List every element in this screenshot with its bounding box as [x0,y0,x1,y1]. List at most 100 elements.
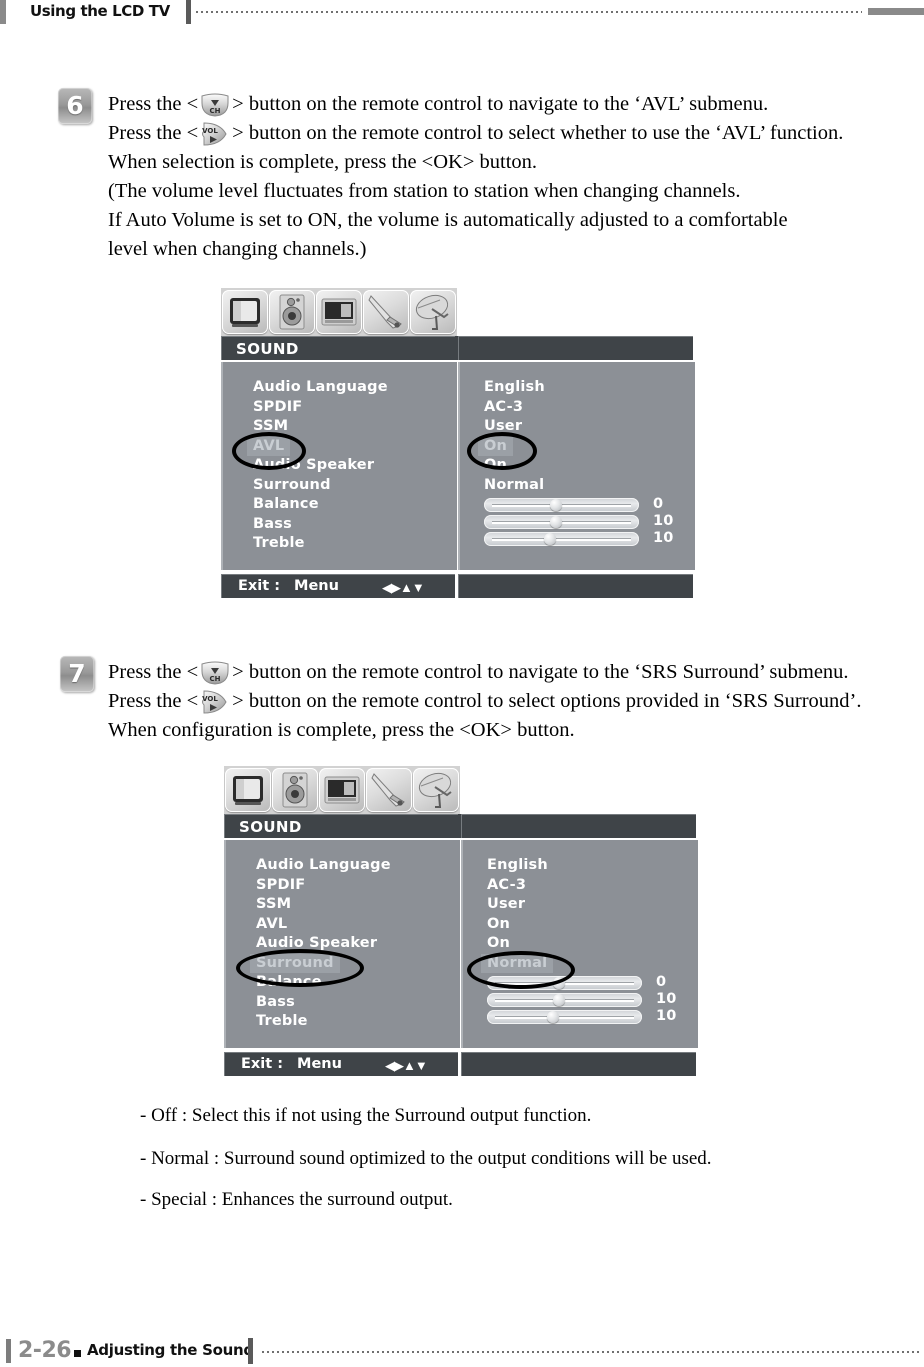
step-7-line-2-pre: Press the < [108,690,199,712]
picture-tab-icon[interactable] [225,768,271,812]
osd-row-bass[interactable]: Bass [247,515,298,535]
svg-text:VOL: VOL [202,695,218,703]
osd-value-ssm[interactable]: User [481,895,531,915]
footer-bullet-square [74,1350,81,1357]
osd-title-bar-2: SOUND [224,814,696,838]
slider-knob[interactable] [547,1011,559,1023]
osd-value-surround[interactable]: Normal [481,953,554,973]
osd-values-panel-1: English AC-3 User On On Normal 0 10 10 [458,362,695,570]
setup-tab-icon[interactable] [366,768,412,812]
slider-knob[interactable] [553,977,565,989]
slider-knob[interactable] [553,994,565,1006]
osd-value-audio-language[interactable]: English [478,378,551,398]
osd-slider-balance-2[interactable]: 0 [487,973,677,990]
svg-text:CH: CH [210,675,221,683]
osd-value-avl[interactable]: On [481,915,516,935]
osd-footer-labels-1: Exit : Menu [238,578,339,594]
note-normal: - Normal : Surround sound optimized to t… [140,1148,712,1169]
osd-title-bar-left-1: SOUND [221,336,455,360]
osd-slider-balance-1[interactable]: 0 [484,495,674,512]
osd-arrow-hints-2: ◀▶▲▼ [385,1058,428,1073]
picture-tab-icon[interactable] [222,290,268,334]
step-7-line-2: Press the < VOL > button on the remote con… [108,687,861,716]
osd-value-avl[interactable]: On [478,436,514,456]
antenna-tab-icon[interactable] [413,768,459,812]
sound-tab-icon[interactable] [269,290,315,334]
osd-slider-bass-2[interactable]: 10 [487,990,677,1007]
osd-menu-label: Menu [294,578,339,594]
osd-slider-value-bass: 10 [656,990,677,1007]
osd-footer-right-2 [461,1052,696,1076]
antenna-tab-icon[interactable] [410,290,456,334]
footer-accent-tick [6,1339,11,1363]
osd-row-avl[interactable]: AVL [247,436,291,456]
osd-menu-label: Menu [297,1056,342,1072]
osd-value-spdif[interactable]: AC-3 [481,876,532,896]
ch-down-button-icon: CH [198,659,232,687]
osd-slider-value-balance: 0 [653,495,664,512]
osd-label-list-2: Audio Language SPDIF SSM AVL Audio Speak… [250,856,397,1032]
osd-slider-treble-1[interactable]: 10 [484,529,674,546]
page-title: Using the LCD TV [30,2,170,20]
osd-labels-panel-1: Audio Language SPDIF SSM AVL Audio Speak… [221,362,457,570]
osd-value-list-1: English AC-3 User On On Normal 0 10 10 [478,378,674,546]
slider-knob[interactable] [544,533,556,545]
step-6-line-5: If Auto Volume is set to ON, the volume … [108,209,788,231]
osd-title-bar-left-2: SOUND [224,814,458,838]
step-7-line-1-post: > button on the remote control to naviga… [232,661,849,683]
osd-value-audio-speaker[interactable]: On [481,934,516,954]
osd-row-bass[interactable]: Bass [250,993,301,1013]
osd-slider-value-balance: 0 [656,973,667,990]
osd-slider-treble-2[interactable]: 10 [487,1007,677,1024]
osd-row-ssm[interactable]: SSM [247,417,294,437]
step-7-text: Press the < CH > button on the remote cont… [108,658,861,745]
step-6-line-2: Press the < VOL > button on the remote con… [108,119,843,148]
osd-row-ssm[interactable]: SSM [250,895,297,915]
osd-value-ssm[interactable]: User [478,417,528,437]
osd-value-audio-language[interactable]: English [481,856,554,876]
screen-tab-icon[interactable] [319,768,365,812]
osd-footer-left-1: Exit : Menu ◀▶▲▼ [221,574,455,598]
osd-value-spdif[interactable]: AC-3 [478,398,529,418]
osd-title-2: SOUND [239,818,302,836]
osd-title-bar-1: SOUND [221,336,693,360]
osd-tab-bar-1 [221,288,457,336]
osd-row-spdif[interactable]: SPDIF [247,398,308,418]
osd-slider-value-treble: 10 [656,1007,677,1024]
osd-value-surround[interactable]: Normal [478,476,550,496]
osd-row-avl[interactable]: AVL [250,915,293,935]
setup-tab-icon[interactable] [363,290,409,334]
osd-row-audio-speaker[interactable]: Audio Speaker [250,934,383,954]
osd-value-audio-speaker[interactable]: On [478,456,513,476]
footer-page-number: 2-26 [18,1338,72,1363]
osd-row-audio-language[interactable]: Audio Language [247,378,394,398]
step-6-line-1: Press the < CH > button on the remote cont… [108,90,843,119]
osd-values-panel-2: English AC-3 User On On Normal 0 10 10 [461,840,698,1048]
osd-row-audio-speaker[interactable]: Audio Speaker [247,456,380,476]
step-6-line-2-pre: Press the < [108,122,199,144]
svg-text:VOL: VOL [202,127,218,135]
osd-row-treble[interactable]: Treble [247,534,311,554]
slider-knob[interactable] [550,499,562,511]
slider-knob[interactable] [550,516,562,528]
osd-title-1: SOUND [236,340,299,358]
svg-text:CH: CH [210,107,221,115]
osd-row-surround[interactable]: Surround [247,476,337,496]
osd-tab-bar-2 [224,766,460,814]
osd-exit-label: Exit : [238,578,281,594]
page-footer: 2-26 Adjusting the Sound [0,1337,924,1367]
osd-row-balance[interactable]: Balance [250,973,328,993]
page-header: Using the LCD TV [0,0,924,24]
osd-row-surround[interactable]: Surround [250,953,340,973]
osd-slider-bass-1[interactable]: 10 [484,512,674,529]
sound-tab-icon[interactable] [272,768,318,812]
vol-right-button-icon: VOL [198,688,232,716]
osd-row-spdif[interactable]: SPDIF [250,876,311,896]
osd-slider-value-bass: 10 [653,512,674,529]
osd-row-treble[interactable]: Treble [250,1012,314,1032]
header-dotted-rule [196,11,862,13]
screen-tab-icon[interactable] [316,290,362,334]
osd-row-balance[interactable]: Balance [247,495,325,515]
osd-value-list-2: English AC-3 User On On Normal 0 10 10 [481,856,677,1024]
osd-row-audio-language[interactable]: Audio Language [250,856,397,876]
